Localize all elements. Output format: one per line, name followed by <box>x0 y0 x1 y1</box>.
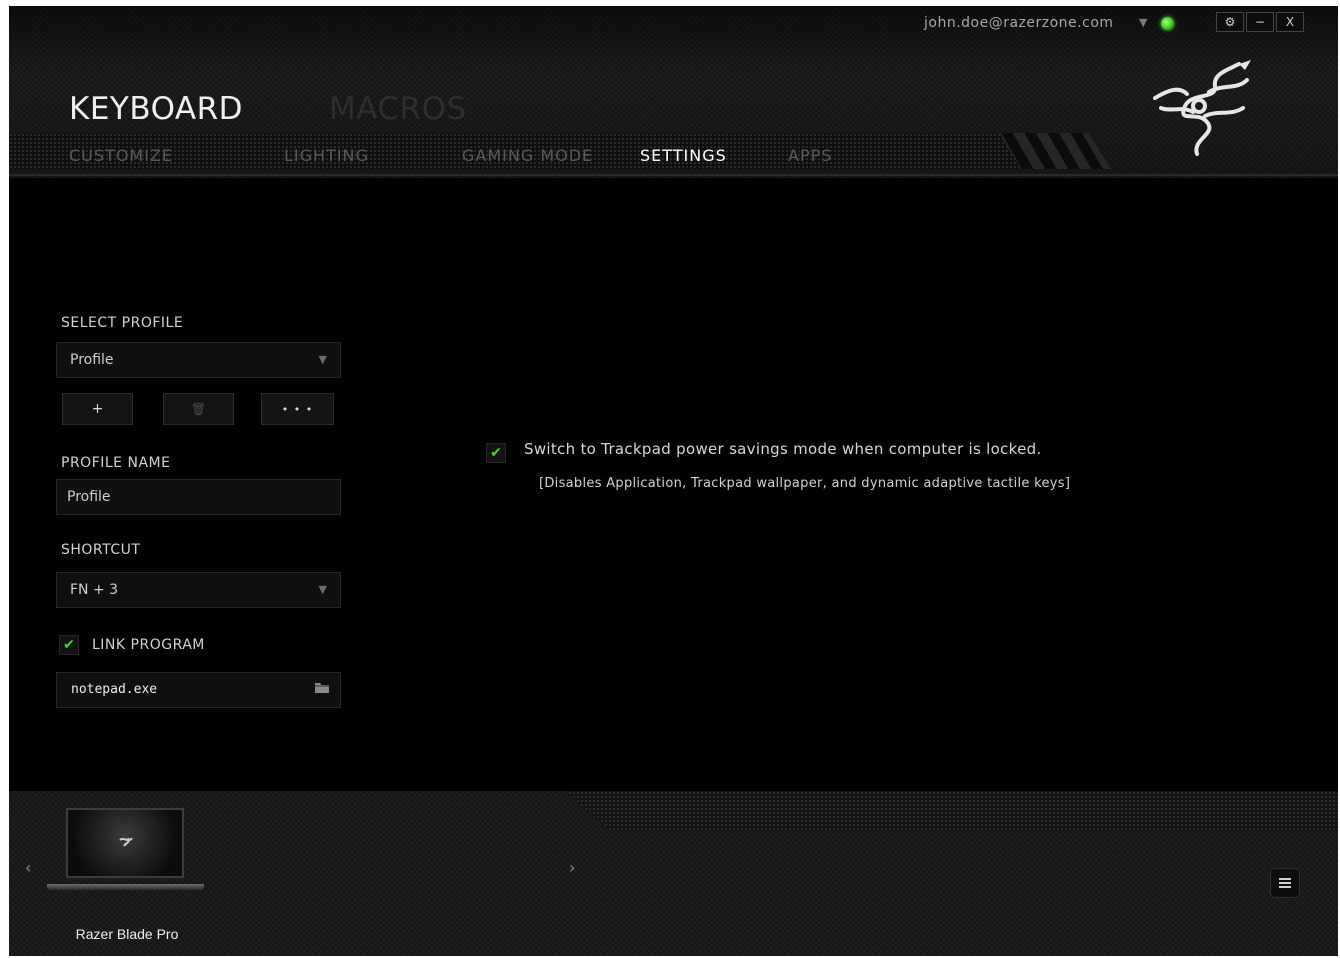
online-status-icon <box>1161 17 1174 30</box>
hamburger-menu-button[interactable] <box>1270 868 1300 898</box>
device-image[interactable] <box>66 808 184 878</box>
program-path-value: notepad.exe <box>71 682 158 697</box>
trackpad-power-savings-label: Switch to Trackpad power savings mode wh… <box>524 440 1042 458</box>
tab-settings[interactable]: SETTINGS <box>640 146 727 165</box>
tab-lighting[interactable]: LIGHTING <box>284 146 369 165</box>
razer-snake-icon <box>119 837 133 847</box>
razer-synapse-window: john.doe@razerzone.com ▼ ⚙ − X KEYBOARD … <box>9 6 1338 956</box>
select-profile-label: SELECT PROFILE <box>61 315 184 331</box>
shortcut-select-value: FN + 3 <box>70 582 119 598</box>
next-device-arrow-icon[interactable]: › <box>569 858 575 877</box>
delete-profile-button[interactable]: 🗑 <box>163 393 234 425</box>
tab-gaming-mode[interactable]: GAMING MODE <box>462 146 593 165</box>
device-name: Razer Blade Pro <box>75 926 179 942</box>
footer-decoration <box>564 791 1338 831</box>
add-profile-button[interactable]: + <box>62 393 133 425</box>
checkmark-icon: ✔ <box>490 445 502 461</box>
profile-select[interactable]: Profile ▼ <box>56 342 341 378</box>
previous-device-arrow-icon[interactable]: ‹ <box>25 858 31 877</box>
hamburger-icon <box>1279 878 1291 888</box>
chevron-down-icon: ▼ <box>318 583 327 596</box>
trackpad-power-savings-checkbox[interactable]: ✔ <box>486 443 506 463</box>
close-button[interactable]: X <box>1276 12 1304 32</box>
chevron-down-icon: ▼ <box>318 353 327 366</box>
link-program-checkbox[interactable]: ✔ <box>59 635 79 655</box>
window-controls: ⚙ − X <box>1214 12 1304 32</box>
profile-name-label: PROFILE NAME <box>61 455 171 471</box>
user-email[interactable]: john.doe@razerzone.com <box>924 15 1114 31</box>
profile-select-value: Profile <box>70 352 114 368</box>
program-path-input[interactable]: notepad.exe <box>56 672 341 708</box>
section-macros[interactable]: MACROS <box>329 91 467 127</box>
settings-gear-icon[interactable]: ⚙ <box>1216 12 1244 32</box>
razer-logo-icon <box>1153 60 1251 156</box>
tab-customize[interactable]: CUSTOMIZE <box>69 146 173 165</box>
status-dropdown-icon[interactable]: ▼ <box>1139 16 1147 29</box>
device-base <box>47 884 204 890</box>
profile-name-input[interactable]: Profile <box>56 479 341 515</box>
folder-icon[interactable] <box>314 674 330 708</box>
minimize-button[interactable]: − <box>1246 12 1274 32</box>
trackpad-power-savings-note: [Disables Application, Trackpad wallpape… <box>539 476 1071 491</box>
trash-icon: 🗑 <box>190 402 207 416</box>
tab-apps[interactable]: APPS <box>788 146 832 165</box>
header: john.doe@razerzone.com ▼ ⚙ − X KEYBOARD … <box>9 6 1338 178</box>
shortcut-select[interactable]: FN + 3 ▼ <box>56 572 341 608</box>
more-options-button[interactable]: • • • <box>261 393 334 425</box>
checkmark-icon: ✔ <box>63 637 75 653</box>
section-keyboard[interactable]: KEYBOARD <box>69 91 243 127</box>
shortcut-label: SHORTCUT <box>61 542 141 558</box>
link-program-label: LINK PROGRAM <box>92 637 205 653</box>
